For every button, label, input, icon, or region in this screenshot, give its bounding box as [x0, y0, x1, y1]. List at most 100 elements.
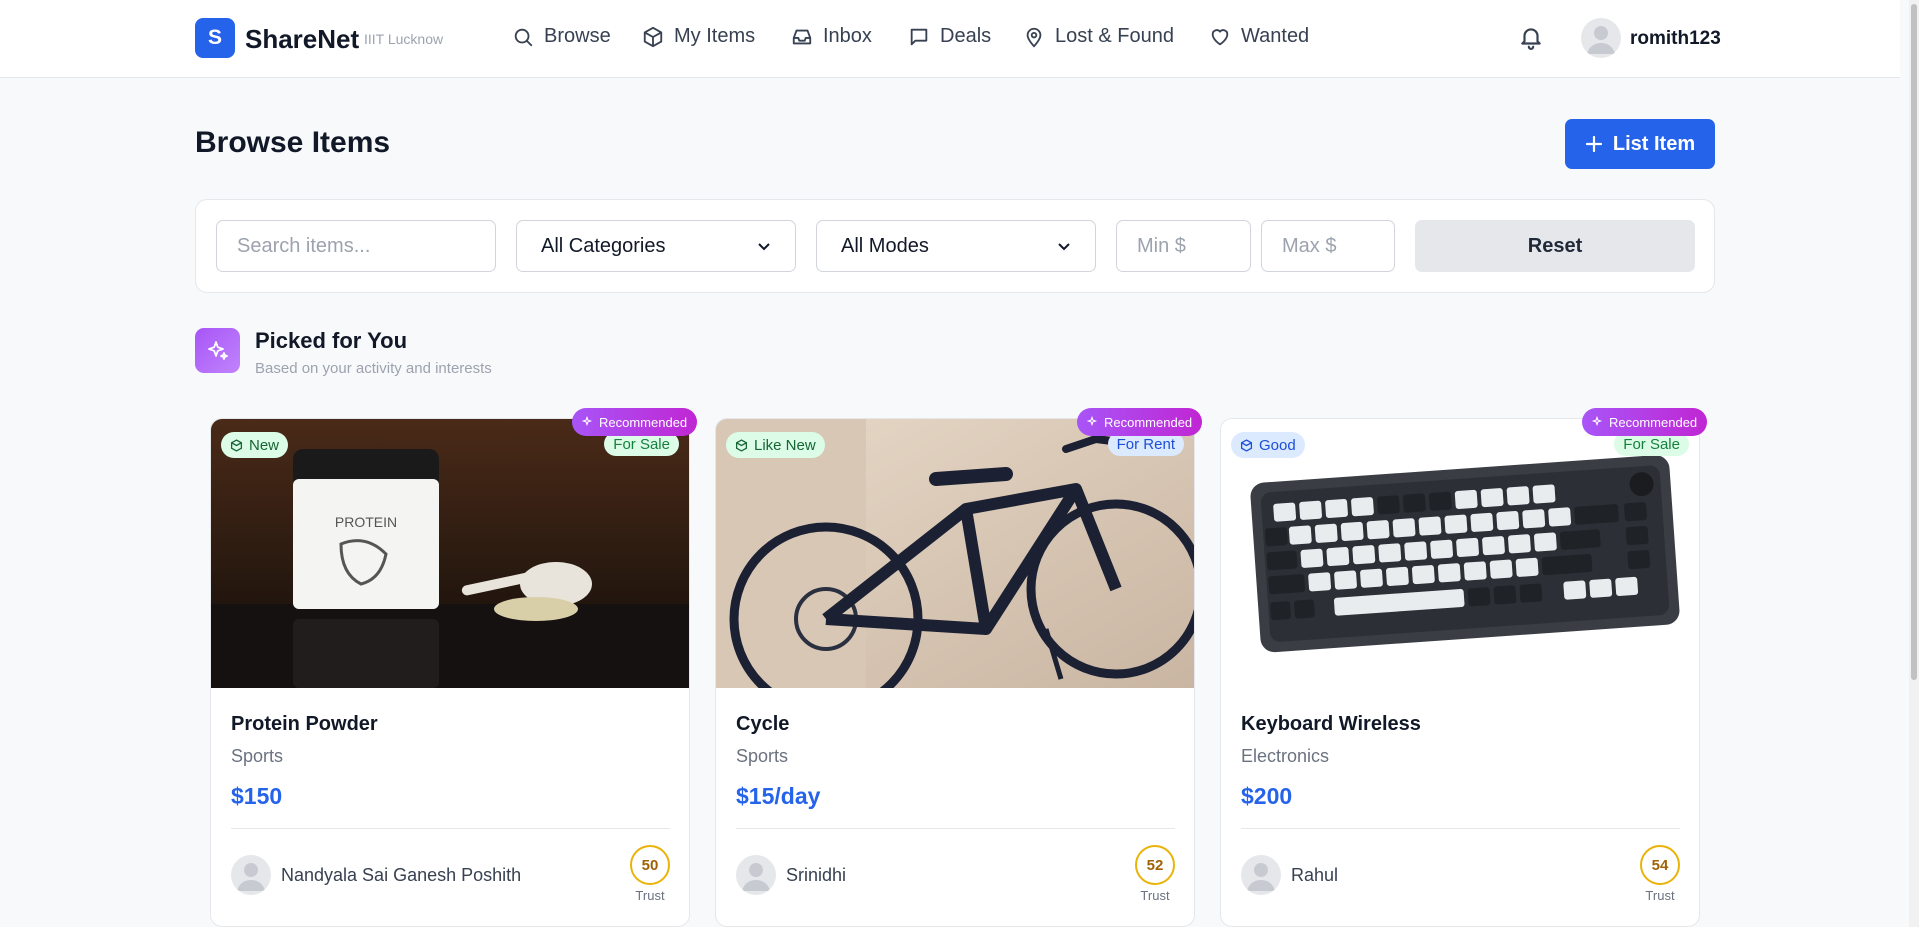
- item-title[interactable]: Keyboard Wireless: [1241, 713, 1421, 736]
- item-price: $15/day: [736, 783, 821, 809]
- filter-panel: All Categories All Modes Reset: [195, 199, 1715, 293]
- nav-browse-label: Browse: [544, 25, 611, 47]
- box-icon: [643, 26, 663, 47]
- mode-select-value: All Modes: [841, 234, 929, 257]
- protein-image: PROTEIN: [211, 419, 689, 688]
- campus-label: IIIT Lucknow: [364, 31, 444, 47]
- recommended-badge: Recommended: [572, 408, 698, 436]
- nav-inbox-label: Inbox: [823, 25, 872, 47]
- item-card[interactable]: Like New For Rent Cycle Sports $15/day S…: [715, 418, 1195, 927]
- box-icon: [735, 438, 748, 452]
- condition-badge: New: [221, 432, 289, 458]
- box-icon: [230, 438, 243, 452]
- item-category: Electronics: [1241, 746, 1330, 766]
- logo-icon[interactable]: S: [195, 18, 235, 58]
- trust-score: 54: [1640, 845, 1680, 885]
- chevron-down-icon: [1058, 243, 1070, 251]
- nav-deals[interactable]: Deals: [908, 25, 991, 48]
- inbox-icon: [792, 29, 812, 44]
- item-price: $200: [1241, 783, 1293, 809]
- card-divider: [231, 828, 670, 829]
- min-price-input[interactable]: [1116, 220, 1251, 272]
- sparkles-icon: [1087, 416, 1098, 427]
- recommended-label: Recommended: [599, 414, 688, 430]
- picked-title: Picked for You: [255, 328, 408, 353]
- bell-icon[interactable]: [1518, 24, 1544, 50]
- recommended-badge: Recommended: [1582, 408, 1708, 436]
- box-icon: [1240, 438, 1253, 452]
- nav-my-items[interactable]: My Items: [642, 25, 755, 48]
- sparkles-icon: [1592, 416, 1603, 427]
- recommended-label: Recommended: [1609, 414, 1698, 430]
- mode-select[interactable]: All Modes: [816, 220, 1096, 272]
- seller-avatar[interactable]: [1241, 855, 1281, 895]
- trust-label: Trust: [1140, 888, 1170, 903]
- chevron-down-icon: [758, 243, 770, 251]
- sparkles-icon: [582, 416, 593, 427]
- item-category: Sports: [231, 746, 284, 766]
- seller-name[interactable]: Srinidhi: [786, 865, 846, 886]
- recommended-label: Recommended: [1104, 414, 1193, 430]
- person-icon: [742, 863, 770, 891]
- recommended-badge: Recommended: [1077, 408, 1203, 436]
- item-card[interactable]: PROTEIN New For Sale Protein Powder Spor…: [210, 418, 690, 927]
- picked-subtitle: Based on your activity and interests: [255, 360, 492, 377]
- card-divider: [736, 828, 1175, 829]
- heart-icon: [1211, 28, 1229, 45]
- product-image-keyboard[interactable]: Good For Sale: [1221, 419, 1699, 688]
- nav-lost-found-label: Lost & Found: [1055, 25, 1174, 47]
- trust-label: Trust: [635, 888, 665, 903]
- keyboard-image: [1221, 419, 1699, 688]
- nav-browse[interactable]: Browse: [512, 25, 611, 48]
- nav-lost-found[interactable]: Lost & Found: [1023, 25, 1174, 48]
- person-icon: [237, 863, 265, 891]
- nav-inbox[interactable]: Inbox: [791, 25, 872, 48]
- nav-wanted-label: Wanted: [1241, 25, 1310, 47]
- map-pin-icon: [1026, 27, 1042, 47]
- item-card[interactable]: Good For Sale Keyboard Wireless Electron…: [1220, 418, 1700, 927]
- search-input[interactable]: [216, 220, 496, 272]
- brand-name[interactable]: ShareNet: [245, 24, 359, 55]
- item-title[interactable]: Cycle: [736, 713, 789, 736]
- nav-wanted[interactable]: Wanted: [1209, 25, 1309, 48]
- item-category: Sports: [736, 746, 789, 766]
- category-select[interactable]: All Categories: [516, 220, 796, 272]
- plus-icon: [1585, 135, 1602, 153]
- product-image-protein[interactable]: PROTEIN New For Sale: [211, 419, 689, 688]
- svg-text:PROTEIN: PROTEIN: [335, 514, 397, 530]
- scrollbar-thumb[interactable]: [1911, 4, 1917, 680]
- page-title: Browse Items: [195, 126, 391, 159]
- max-price-input[interactable]: [1261, 220, 1395, 272]
- product-image-cycle[interactable]: Like New For Rent: [716, 419, 1194, 688]
- username[interactable]: romith123: [1630, 28, 1721, 50]
- person-icon: [1247, 863, 1275, 891]
- condition-badge: Good: [1231, 432, 1305, 458]
- top-navbar: S ShareNet IIIT Lucknow Browse My Items …: [0, 0, 1900, 78]
- scrollbar[interactable]: [1909, 0, 1919, 927]
- item-title[interactable]: Protein Powder: [231, 713, 378, 736]
- card-divider: [1241, 828, 1680, 829]
- cycle-image: [716, 419, 1194, 688]
- nav-deals-label: Deals: [940, 25, 992, 47]
- person-icon: [1587, 26, 1615, 54]
- item-price: $150: [231, 783, 283, 809]
- condition-badge: Like New: [726, 432, 825, 458]
- list-item-button[interactable]: List Item: [1565, 119, 1715, 169]
- condition-label: New: [249, 436, 280, 454]
- sparkles-icon: [195, 328, 240, 373]
- list-item-label: List Item: [1612, 132, 1696, 155]
- user-avatar[interactable]: [1581, 18, 1621, 58]
- trust-label: Trust: [1645, 888, 1675, 903]
- condition-label: Good: [1259, 436, 1296, 454]
- trust-score: 50: [630, 845, 670, 885]
- reset-button[interactable]: Reset: [1415, 220, 1695, 272]
- seller-name[interactable]: Rahul: [1291, 865, 1338, 886]
- seller-avatar[interactable]: [736, 855, 776, 895]
- category-select-value: All Categories: [541, 234, 666, 257]
- seller-name[interactable]: Nandyala Sai Ganesh Poshith: [281, 865, 521, 886]
- seller-avatar[interactable]: [231, 855, 271, 895]
- chat-icon: [910, 28, 928, 45]
- nav-my-items-label: My Items: [674, 25, 756, 47]
- search-icon: [514, 28, 533, 46]
- trust-score: 52: [1135, 845, 1175, 885]
